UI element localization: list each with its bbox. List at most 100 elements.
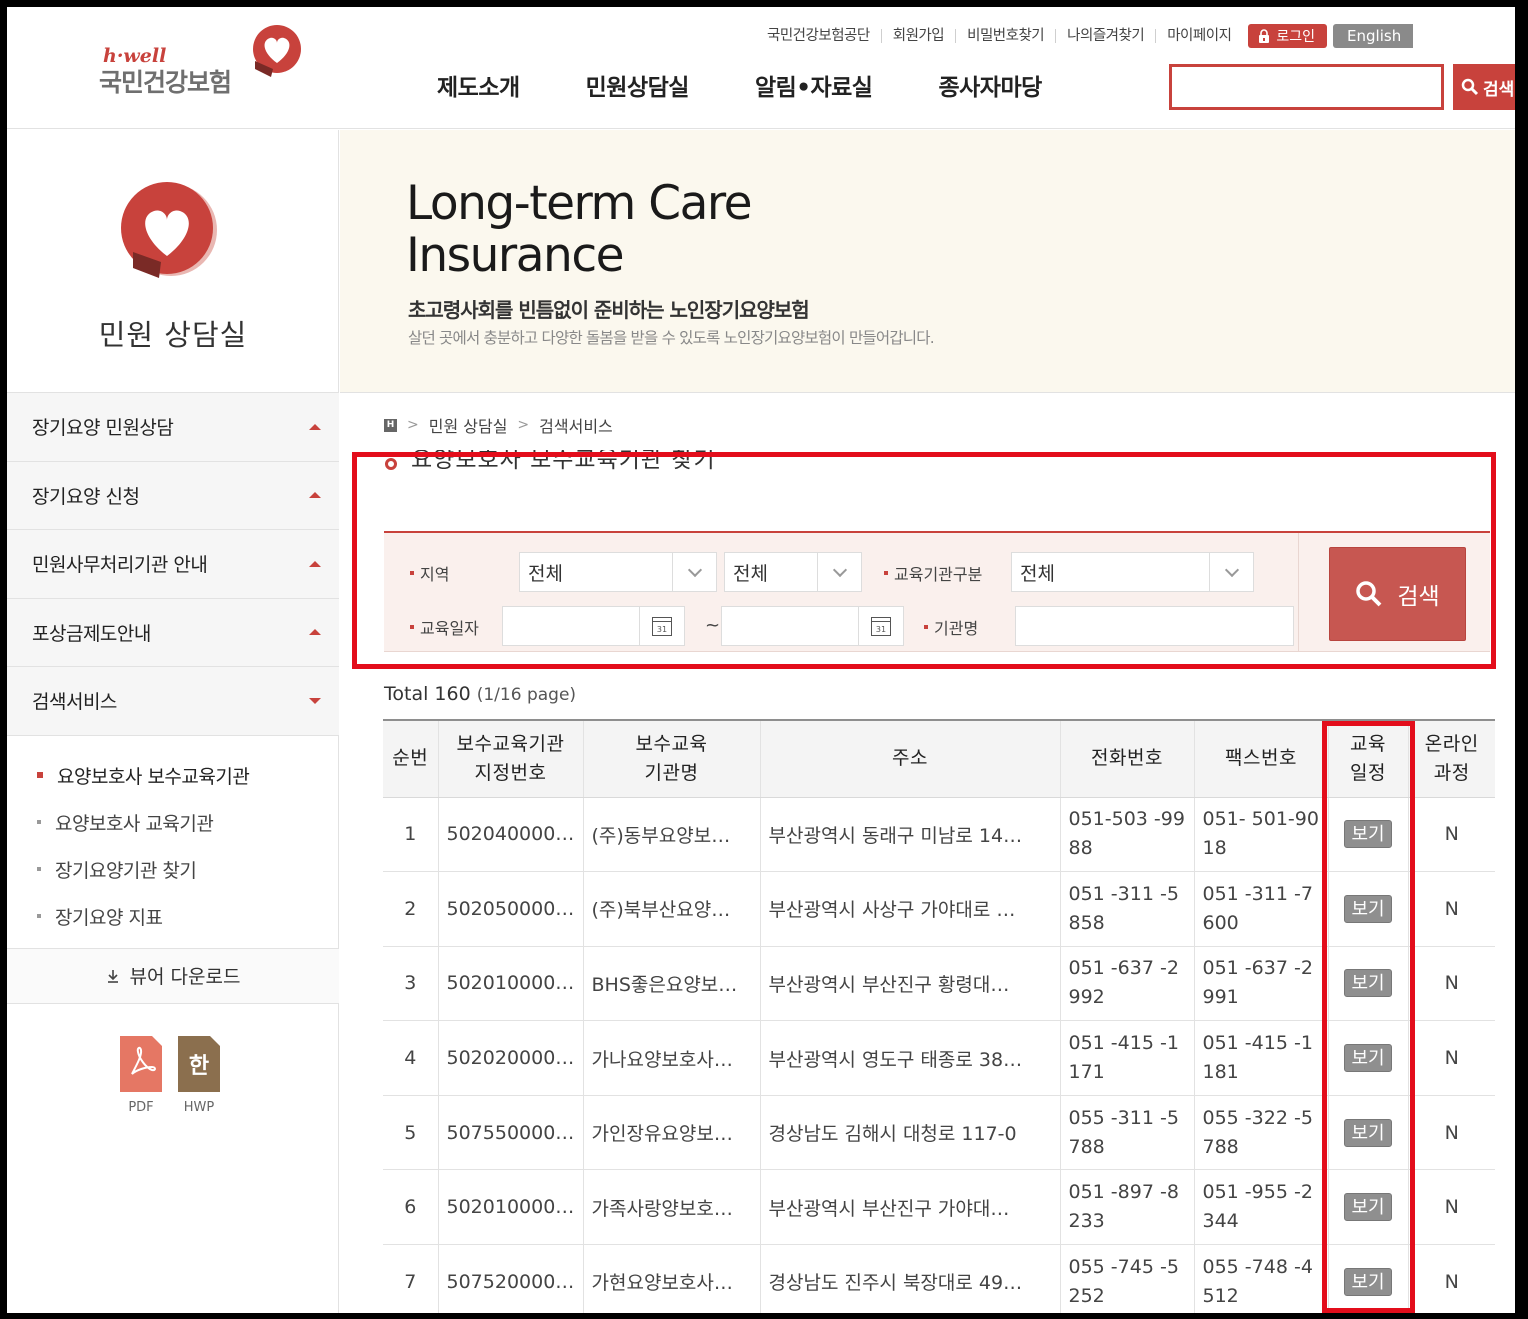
site-search-button[interactable]: 검색 <box>1453 64 1515 110</box>
col-header-designation-no: 보수교육기관 지정번호 <box>438 720 584 798</box>
breadcrumb-item-civil-consult[interactable]: 민원 상담실 <box>429 413 508 437</box>
pdf-icon <box>120 1036 162 1092</box>
view-schedule-button[interactable]: 보기 <box>1344 1267 1392 1296</box>
cell-designation-no: 50205000003 <box>438 871 584 947</box>
browser-page: h·well 국민건강보험 국민건강보험공단 회원가입 비밀번호찾기 나의즐겨찾… <box>7 7 1515 1313</box>
login-button[interactable]: 로그인 <box>1248 24 1328 48</box>
home-icon[interactable]: H <box>384 418 397 432</box>
cell-schedule: 보기 <box>1328 797 1409 873</box>
viewer-download-label: 뷰어 다운로드 <box>129 966 241 988</box>
submenu-item-label: 요양보호사 교육기관 <box>55 812 214 835</box>
submenu-item-find-ltc-facility[interactable]: 장기요양기관 찾기 <box>7 846 339 893</box>
util-link-favorites[interactable]: 나의즐겨찾기 <box>1056 29 1157 43</box>
site-search-label: 검색 <box>1483 79 1515 100</box>
cell-number: 7 <box>383 1244 439 1313</box>
cell-number: 6 <box>383 1169 439 1246</box>
cell-designation-no: 50201000004 <box>438 946 584 1022</box>
download-icon <box>107 969 118 983</box>
nav-system-intro[interactable]: 제도소개 <box>437 68 520 102</box>
lock-icon <box>1259 29 1270 43</box>
hwp-label: HWP <box>183 1100 215 1115</box>
sidebar-item-reward[interactable]: 포상금제도안내 <box>7 598 339 667</box>
english-button[interactable]: English <box>1333 24 1414 48</box>
cell-number: 5 <box>383 1095 439 1171</box>
submenu-item-ltc-indicators[interactable]: 장기요양 지표 <box>7 893 339 940</box>
cell-institution-name[interactable]: 가인장유요양보… <box>583 1095 761 1171</box>
heart-logo-icon <box>253 25 301 77</box>
view-schedule-button[interactable]: 보기 <box>1344 820 1392 849</box>
cell-address: 경상남도 김해시 대청로 117-0 <box>760 1095 1061 1171</box>
cell-online: N <box>1408 1244 1495 1313</box>
cell-address: 부산광역시 부산진구 황령대… <box>760 946 1061 1022</box>
site-logo[interactable]: h·well 국민건강보험 <box>95 23 315 103</box>
hwp-viewer-link[interactable]: 한 HWP <box>178 1036 220 1115</box>
sidebar-item-office-guide[interactable]: 민원사무처리기관 안내 <box>7 530 339 599</box>
search-icon <box>1461 78 1479 96</box>
sidebar-item-ltc-apply[interactable]: 장기요양 신청 <box>7 461 339 530</box>
highlight-box-search-panel <box>352 452 1496 669</box>
cell-online: N <box>1408 1169 1495 1246</box>
cell-number: 3 <box>383 946 439 1022</box>
cell-phone: 051-503 -9988 <box>1060 797 1195 873</box>
cell-online: N <box>1408 871 1495 947</box>
result-count: Total 160 (1/16 page) <box>384 683 576 705</box>
sidebar-item-label: 포상금제도안내 <box>32 622 151 645</box>
view-schedule-button[interactable]: 보기 <box>1344 894 1392 923</box>
util-link-mypage[interactable]: 마이페이지 <box>1156 29 1242 44</box>
view-schedule-button[interactable]: 보기 <box>1344 1193 1392 1222</box>
cell-schedule: 보기 <box>1328 871 1409 947</box>
cell-schedule: 보기 <box>1328 1020 1409 1096</box>
cell-address: 부산광역시 부산진구 가야대… <box>760 1169 1061 1246</box>
col-header-institution-name: 보수교육 기관명 <box>583 720 761 798</box>
table-row: 7 50752000013 가현요양보호사… 경상남도 진주시 북장대로 49… 055… <box>383 1244 1495 1313</box>
cell-phone: 051 -637 -2992 <box>1060 946 1195 1022</box>
col-header-address: 주소 <box>760 720 1061 798</box>
sidebar-item-ltc-consult[interactable]: 장기요양 민원상담 <box>7 393 339 462</box>
pdf-viewer-link[interactable]: PDF <box>120 1036 162 1115</box>
caret-up-icon <box>309 629 321 636</box>
cell-number: 1 <box>383 797 439 873</box>
banner-title-line2: Insurance <box>406 228 625 283</box>
view-schedule-button[interactable]: 보기 <box>1344 1044 1392 1073</box>
sidebar-item-label: 민원사무처리기관 안내 <box>32 554 208 577</box>
sidebar-title: 민원 상담실 <box>98 318 248 352</box>
nav-civil-consult[interactable]: 민원상담실 <box>586 68 690 102</box>
cell-institution-name[interactable]: BHS좋은요양보… <box>583 946 761 1022</box>
cell-fax: 051 -955 -2344 <box>1194 1169 1329 1246</box>
sidebar-header: 민원 상담실 <box>7 130 339 393</box>
cell-institution-name[interactable]: 가족사랑양보호… <box>583 1169 761 1246</box>
view-schedule-button[interactable]: 보기 <box>1344 1118 1392 1147</box>
viewer-download-link[interactable]: 뷰어 다운로드 <box>7 948 339 1004</box>
util-link-nhis[interactable]: 국민건강보험공단 <box>767 29 882 43</box>
table-row: 2 50205000003 (주)북부산요양… 부산광역시 사상구 가야대로 … 051… <box>383 871 1495 947</box>
cell-phone: 051 -415 -1171 <box>1060 1020 1195 1096</box>
table-row: 5 50755000006 가인장유요양보… 경상남도 김해시 대청로 117-0 05… <box>383 1095 1495 1171</box>
cell-institution-name[interactable]: (주)동부요양보… <box>583 797 761 873</box>
util-link-find-password[interactable]: 비밀번호찾기 <box>956 29 1057 43</box>
sidebar-item-search-service[interactable]: 검색서비스 <box>7 667 339 736</box>
site-search-input[interactable] <box>1169 64 1444 110</box>
table-row: 6 50201000010 가족사랑양보호… 부산광역시 부산진구 가야대… 051 -… <box>383 1169 1495 1246</box>
cell-institution-name[interactable]: (주)북부산요양… <box>583 871 761 947</box>
banner-subtitle: 초고령사회를 빈틈없이 준비하는 노인장기요양보험 <box>408 298 810 322</box>
cell-phone: 051 -311 -5858 <box>1060 871 1195 947</box>
page-indicator: (1/16 page) <box>476 685 577 705</box>
breadcrumb-item-search-service[interactable]: 검색서비스 <box>539 413 613 437</box>
utility-nav: 국민건강보험공단 회원가입 비밀번호찾기 나의즐겨찾기 마이페이지 로그인 En… <box>767 23 1414 49</box>
cell-institution-name[interactable]: 가나요양보호사… <box>583 1020 761 1096</box>
cell-fax: 051 -415 -1181 <box>1194 1020 1329 1096</box>
cell-fax: 051 -311 -7600 <box>1194 871 1329 947</box>
view-schedule-button[interactable]: 보기 <box>1344 969 1392 998</box>
cell-online: N <box>1408 946 1495 1022</box>
chevron-right-icon: > <box>407 417 419 433</box>
util-link-signup[interactable]: 회원가입 <box>882 29 957 43</box>
col-header-schedule: 교육 일정 <box>1328 720 1409 798</box>
submenu-item-refresher-institutions[interactable]: 요양보호사 보수교육기관 <box>7 752 339 799</box>
cell-schedule: 보기 <box>1328 1169 1409 1246</box>
nav-notice-resources[interactable]: 알림•자료실 <box>755 68 873 102</box>
cell-institution-name[interactable]: 가현요양보호사… <box>583 1244 761 1313</box>
nav-workers[interactable]: 종사자마당 <box>938 68 1042 102</box>
submenu-item-label: 장기요양 지표 <box>55 906 163 929</box>
submenu-item-training-institutions[interactable]: 요양보호사 교육기관 <box>7 799 339 846</box>
cell-online: N <box>1408 1095 1495 1171</box>
